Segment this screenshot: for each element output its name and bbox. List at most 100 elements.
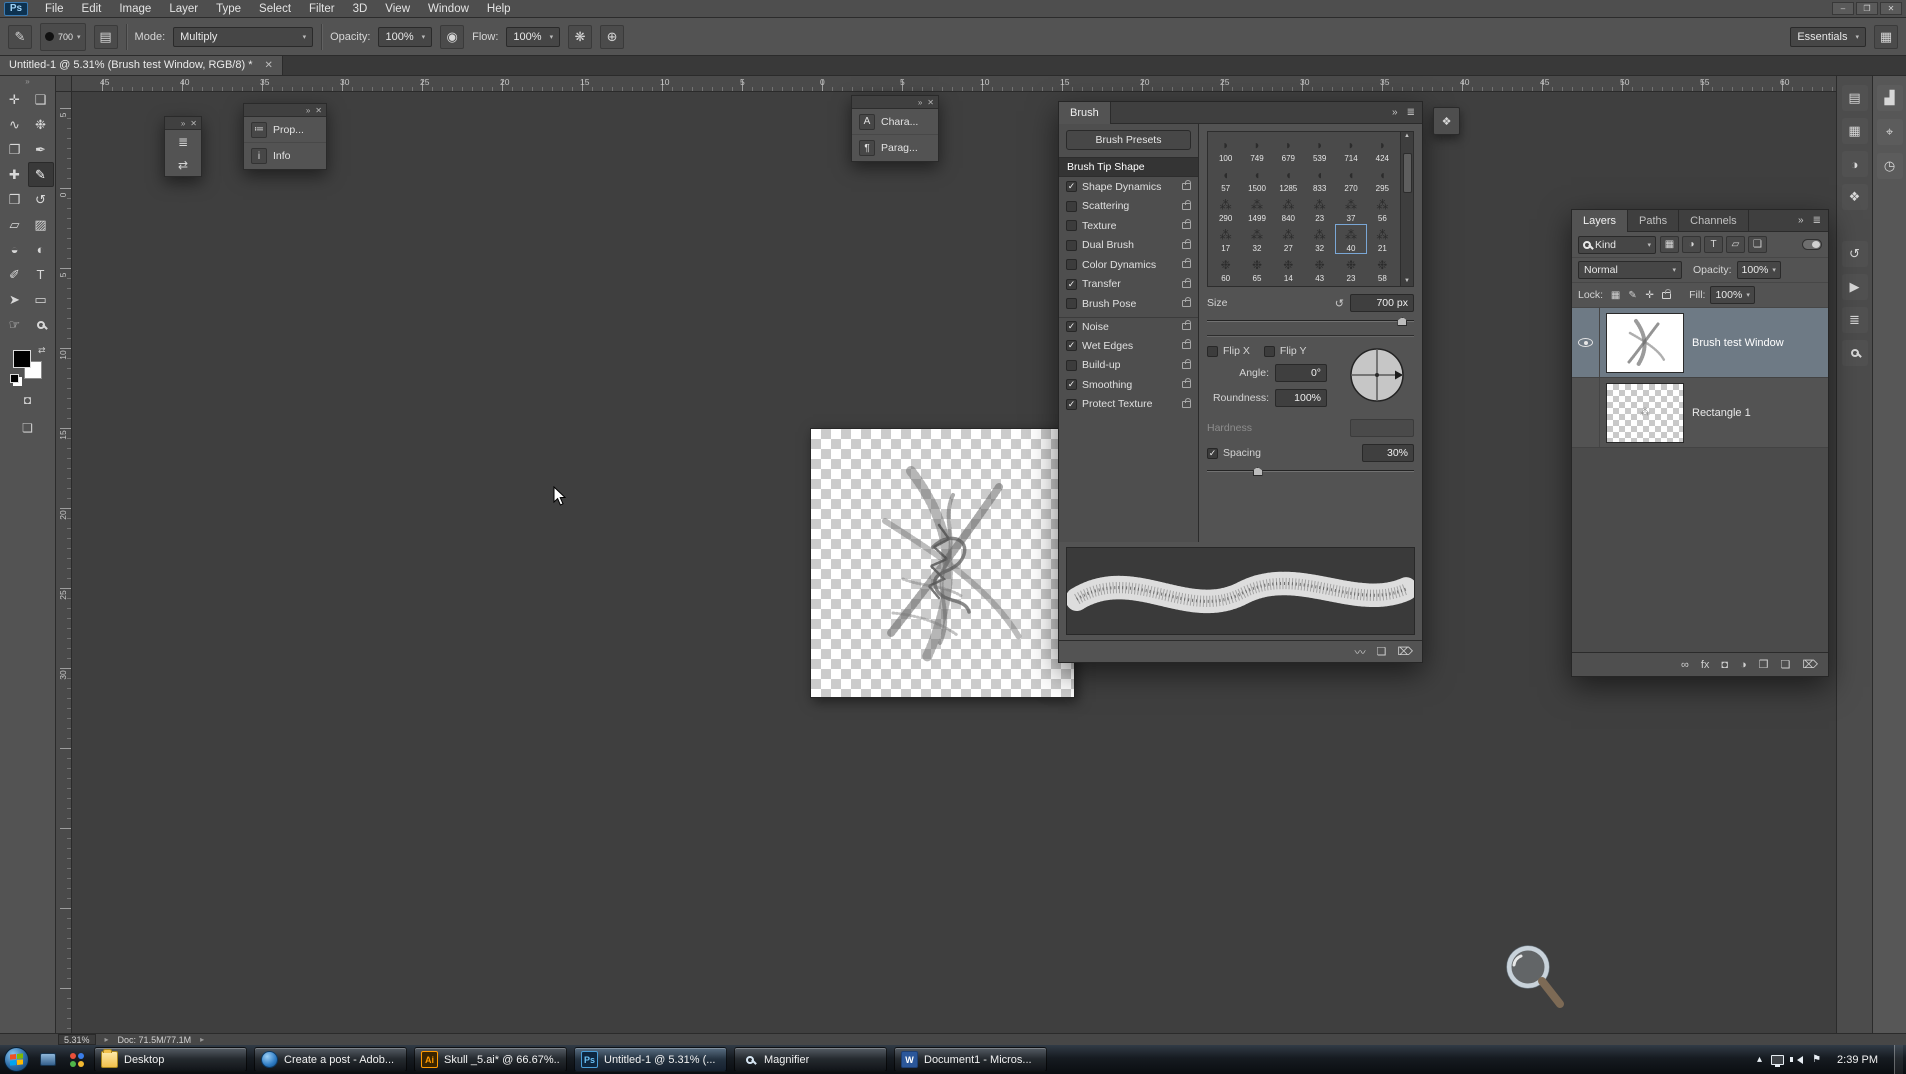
healing-brush-tool[interactable]: ✚ <box>2 162 28 187</box>
blur-tool[interactable]: ◒ <box>2 237 28 262</box>
layer-mask-icon[interactable]: ◘ <box>1721 659 1728 671</box>
angle-field[interactable]: 0° <box>1275 364 1327 382</box>
filter-kind-select[interactable]: Kind ▾ <box>1578 235 1656 254</box>
checkbox-transfer[interactable] <box>1066 278 1077 290</box>
angle-dial[interactable] <box>1340 338 1414 412</box>
properties-panel-button[interactable]: ≔ Prop... <box>244 117 326 143</box>
delete-layer-icon[interactable]: ⌦ <box>1802 658 1818 671</box>
layer-group-icon[interactable]: ❒ <box>1759 658 1769 671</box>
dodge-tool[interactable]: ◐ <box>28 237 54 262</box>
brush-tip-17[interactable]: ⁂ 17 <box>1210 224 1241 254</box>
flip-y-checkbox[interactable]: Flip Y <box>1263 345 1307 357</box>
brush-tip-1500[interactable]: ◖ 1500 <box>1241 164 1272 194</box>
collapse-icon[interactable]: » <box>1798 215 1804 226</box>
brush-tip-60[interactable]: ❉ 60 <box>1210 254 1241 284</box>
collapsed-panel-button[interactable]: ❖ <box>1433 107 1460 135</box>
brush-tip-679[interactable]: ◗ 679 <box>1273 134 1304 164</box>
menu-3d[interactable]: 3D <box>344 2 377 16</box>
toolbar-collapse-icon[interactable]: » <box>25 77 29 87</box>
close-tab-icon[interactable]: ✕ <box>264 60 272 71</box>
menu-file[interactable]: File <box>36 2 73 16</box>
menu-help[interactable]: Help <box>478 2 520 16</box>
filter-adjustment-icon[interactable]: ◑ <box>1682 236 1701 253</box>
adjustments-panel-icon[interactable]: ◑ <box>1842 151 1868 177</box>
network-icon[interactable] <box>1771 1054 1785 1067</box>
layer-thumbnail[interactable] <box>1606 312 1684 373</box>
document-tab[interactable]: Untitled-1 @ 5.31% (Brush test Window, R… <box>0 55 283 75</box>
brush-tip-65[interactable]: ❉ 65 <box>1241 254 1272 284</box>
brush-tip-290[interactable]: ⁂ 290 <box>1210 194 1241 224</box>
spacing-field[interactable]: 30% <box>1362 444 1414 462</box>
document-canvas[interactable] <box>810 428 1075 698</box>
brush-tip-23[interactable]: ⁂ 23 <box>1304 194 1335 224</box>
collapse-icon[interactable]: » <box>306 106 310 115</box>
size-slider[interactable] <box>1207 315 1414 326</box>
hidden-icons-button[interactable]: ▴ <box>1757 1054 1762 1065</box>
menu-select[interactable]: Select <box>250 2 300 16</box>
brush-tip-32[interactable]: ⁂ 32 <box>1304 224 1335 254</box>
brush-tool[interactable]: ✎ <box>27 162 54 187</box>
brush-tip-270[interactable]: ◖ 270 <box>1335 164 1366 194</box>
brush-option-color-dynamics[interactable]: Color Dynamics <box>1059 255 1198 275</box>
taskbar-button-untitled-1-5-31[interactable]: Ps Untitled-1 @ 5.31% (... <box>574 1047 727 1072</box>
styles-panel-icon[interactable]: ❖ <box>1842 184 1868 210</box>
taskbar-button-document1-micros[interactable]: W Document1 - Micros... <box>894 1047 1047 1072</box>
taskbar-button-desktop[interactable]: Desktop <box>94 1047 247 1072</box>
taskbar-button-skull-5-ai-66-67[interactable]: Ai Skull _5.ai* @ 66.67%... <box>414 1047 567 1072</box>
pen-tool[interactable]: ✐ <box>2 262 28 287</box>
brush-tip-shape-item[interactable]: Brush Tip Shape <box>1059 157 1198 177</box>
brush-tip-100[interactable]: ◗ 100 <box>1210 134 1241 164</box>
layer-effects-icon[interactable]: fx <box>1701 659 1710 671</box>
history-panel-icon[interactable]: ↺ <box>1842 241 1868 267</box>
collapse-icon[interactable]: » <box>1392 107 1398 118</box>
menu-layer[interactable]: Layer <box>160 2 207 16</box>
brush-option-texture[interactable]: Texture <box>1059 216 1198 236</box>
flow-field[interactable]: 100% ▾ <box>506 26 561 47</box>
checkbox-shape-dynamics[interactable] <box>1066 181 1077 193</box>
foreground-color-swatch[interactable] <box>12 350 31 368</box>
roundness-field[interactable]: 100% <box>1275 389 1327 407</box>
link-layers-icon[interactable]: ∞ <box>1681 659 1689 671</box>
swap-colors-icon[interactable]: ⇄ <box>38 345 46 356</box>
clone-source-panel-icon[interactable]: ◷ <box>1877 153 1903 179</box>
brush-option-smoothing[interactable]: Smoothing <box>1059 375 1198 395</box>
collapsed-panel-icon-2[interactable]: ⇄ <box>165 153 201 176</box>
tip-grid-scrollbar[interactable]: ▲ ▼ <box>1400 132 1413 286</box>
type-tool[interactable]: T <box>28 262 54 287</box>
restore-button[interactable]: ❐ <box>1856 2 1878 15</box>
brush-tip-14[interactable]: ❉ 14 <box>1273 254 1304 284</box>
visibility-toggle[interactable] <box>1572 308 1600 377</box>
close-button[interactable]: ✕ <box>1880 2 1902 15</box>
taskbar-button-create-a-post-adob[interactable]: Create a post - Adob... <box>254 1047 407 1072</box>
brush-tip-1499[interactable]: ⁂ 1499 <box>1241 194 1272 224</box>
layer-row-brush-test-window[interactable]: Brush test Window <box>1572 308 1828 378</box>
eyedropper-tool[interactable]: ✒ <box>28 137 54 162</box>
checkbox-build-up[interactable] <box>1066 359 1077 371</box>
scroll-down-icon[interactable]: ▼ <box>1404 277 1410 286</box>
filter-smart-object-icon[interactable]: ❏ <box>1748 236 1767 253</box>
status-arrow-icon[interactable]: ▸ <box>200 1035 204 1044</box>
actions-panel-icon[interactable]: ▶ <box>1842 274 1868 300</box>
blend-mode-select[interactable]: Normal ▾ <box>1578 261 1682 279</box>
brush-option-dual-brush[interactable]: Dual Brush <box>1059 236 1198 256</box>
scroll-up-icon[interactable]: ▲ <box>1404 132 1410 141</box>
spacing-checkbox[interactable]: Spacing <box>1207 447 1261 459</box>
brush-option-wet-edges[interactable]: Wet Edges <box>1059 336 1198 356</box>
gradient-tool[interactable]: ▨ <box>28 212 54 237</box>
shape-tool[interactable]: ▭ <box>28 287 54 312</box>
delete-brush-icon[interactable]: ⌦ <box>1397 645 1413 658</box>
new-brush-icon[interactable]: ❏ <box>1377 645 1387 658</box>
mode-select[interactable]: Multiply ▾ <box>173 26 314 47</box>
default-colors-icon[interactable] <box>9 374 19 383</box>
menu-type[interactable]: Type <box>207 2 250 16</box>
filter-toggle[interactable] <box>1802 239 1822 250</box>
tab-channels[interactable]: Channels <box>1679 209 1749 232</box>
checkbox-texture[interactable] <box>1066 220 1077 232</box>
brush-tip-56[interactable]: ⁂ 56 <box>1367 194 1398 224</box>
filter-pixel-icon[interactable]: ▦ <box>1660 236 1679 253</box>
screen-mode-icon[interactable]: ❏ <box>15 417 41 439</box>
minimize-button[interactable]: – <box>1832 2 1854 15</box>
eraser-tool[interactable]: ▱ <box>2 212 28 237</box>
horizontal-ruler[interactable]: 45 40 35 30 25 20 15 10 5 0 5 10 15 20 25 30 35 40 45 50 55 6… <box>72 76 1836 92</box>
close-icon[interactable]: ✕ <box>190 119 197 128</box>
